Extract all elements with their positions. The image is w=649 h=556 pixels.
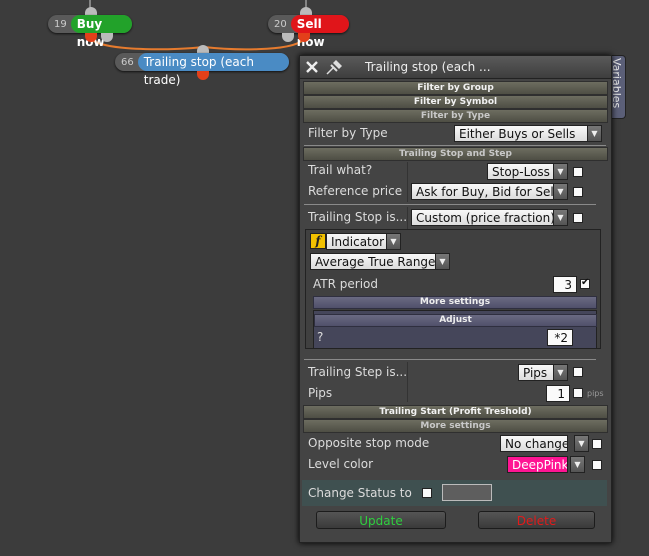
trailing-stop-is-label: Trailing Stop is... <box>308 210 408 224</box>
level-color-checkbox[interactable] <box>592 460 602 470</box>
node-trailing-stop[interactable]: 66 Trailing stop (each trade) <box>115 53 289 87</box>
band-trailing-start[interactable]: Trailing Start (Profit Treshold) <box>303 405 608 419</box>
trail-what-checkbox[interactable] <box>573 167 583 177</box>
pips-input[interactable]: 1 <box>546 385 570 402</box>
chevron-down-icon[interactable]: ▼ <box>553 163 568 180</box>
band-more-settings[interactable]: More settings <box>303 419 608 433</box>
close-icon[interactable] <box>305 60 319 74</box>
trailing-step-is-dropdown[interactable]: Pips <box>518 364 554 381</box>
node-sell-label: Sell now <box>290 15 349 49</box>
filter-type-dropdown[interactable]: Either Buys or Sells <box>454 125 588 142</box>
change-status-checkbox[interactable] <box>422 488 432 498</box>
function-icon: f <box>310 233 326 249</box>
pips-label: Pips <box>308 386 333 400</box>
level-color-dropdown[interactable]: DeepPink <box>507 456 568 473</box>
chevron-down-icon[interactable]: ▼ <box>553 183 568 200</box>
adjust-formula-label: ? <box>317 330 324 344</box>
chevron-down-icon[interactable]: ▼ <box>574 435 589 452</box>
column-divider <box>407 362 408 402</box>
level-color-label: Level color <box>308 457 374 471</box>
reference-price-label: Reference price <box>308 184 403 198</box>
indicator-type-dropdown[interactable]: Average True Range <box>310 253 436 270</box>
chevron-down-icon[interactable]: ▼ <box>553 209 568 226</box>
band-inner-more-settings[interactable]: More settings <box>313 296 597 309</box>
node-buy-now[interactable]: 19 Buy now <box>48 15 132 49</box>
opposite-stop-mode-checkbox[interactable] <box>592 439 602 449</box>
adjust-value-input[interactable]: *2 <box>547 329 573 346</box>
band-adjust[interactable]: Adjust <box>314 314 597 327</box>
dialog-titlebar[interactable]: Trailing stop (each ... <box>300 56 611 79</box>
node-buy-label: Buy now <box>70 15 132 49</box>
divider <box>304 145 606 146</box>
trailing-stop-is-dropdown[interactable]: Custom (price fraction) <box>411 209 554 226</box>
node-buy-number: 19 <box>54 18 67 30</box>
band-filter-group[interactable]: Filter by Group <box>303 81 608 95</box>
update-button[interactable]: Update <box>316 511 446 529</box>
change-status-label: Change Status to <box>308 486 412 500</box>
divider <box>304 204 596 205</box>
block-properties-dialog: Trailing stop (each ... Filter by Group … <box>299 55 612 543</box>
trail-what-dropdown[interactable]: Stop-Loss <box>487 163 554 180</box>
trailing-stop-is-checkbox[interactable] <box>573 213 583 223</box>
chevron-down-icon[interactable]: ▼ <box>587 125 602 142</box>
trailing-step-is-label: Trailing Step is... <box>308 365 408 379</box>
chevron-down-icon[interactable]: ▼ <box>435 253 450 270</box>
indicator-dropdown[interactable]: Indicator <box>326 233 387 250</box>
opposite-stop-mode-dropdown[interactable]: No change <box>500 435 568 452</box>
band-filter-symbol[interactable]: Filter by Symbol <box>303 95 608 109</box>
band-filter-type[interactable]: Filter by Type <box>303 109 608 123</box>
chevron-down-icon[interactable]: ▼ <box>386 233 401 250</box>
pips-checkbox[interactable] <box>573 388 583 398</box>
trail-what-label: Trail what? <box>308 163 373 177</box>
node-trailing-label: Trailing stop (each trade) <box>137 53 289 87</box>
column-divider <box>407 207 408 229</box>
atr-period-input[interactable]: 3 <box>553 276 577 293</box>
filter-type-label: Filter by Type <box>308 126 388 140</box>
atr-period-label: ATR period <box>313 277 378 291</box>
node-sell-number: 20 <box>274 18 287 30</box>
opposite-stop-mode-label: Opposite stop mode <box>308 436 430 450</box>
trailing-step-is-checkbox[interactable] <box>573 367 583 377</box>
change-status-select[interactable] <box>442 484 492 501</box>
node-trailing-number: 66 <box>121 56 134 68</box>
divider <box>304 359 596 360</box>
chevron-down-icon[interactable]: ▼ <box>553 364 568 381</box>
atr-period-checkbox[interactable] <box>580 277 590 289</box>
reference-price-dropdown[interactable]: Ask for Buy, Bid for Sell <box>411 183 554 200</box>
pin-icon[interactable] <box>324 58 346 76</box>
band-trailing-stop-step[interactable]: Trailing Stop and Step <box>303 147 608 161</box>
node-sell-now[interactable]: 20 Sell now <box>268 15 349 49</box>
delete-button[interactable]: Delete <box>478 511 595 529</box>
dialog-title: Trailing stop (each ... <box>365 60 491 74</box>
reference-price-checkbox[interactable] <box>573 187 583 197</box>
pips-unit-label: pips <box>587 389 604 398</box>
column-divider <box>407 162 408 202</box>
chevron-down-icon[interactable]: ▼ <box>570 456 585 473</box>
